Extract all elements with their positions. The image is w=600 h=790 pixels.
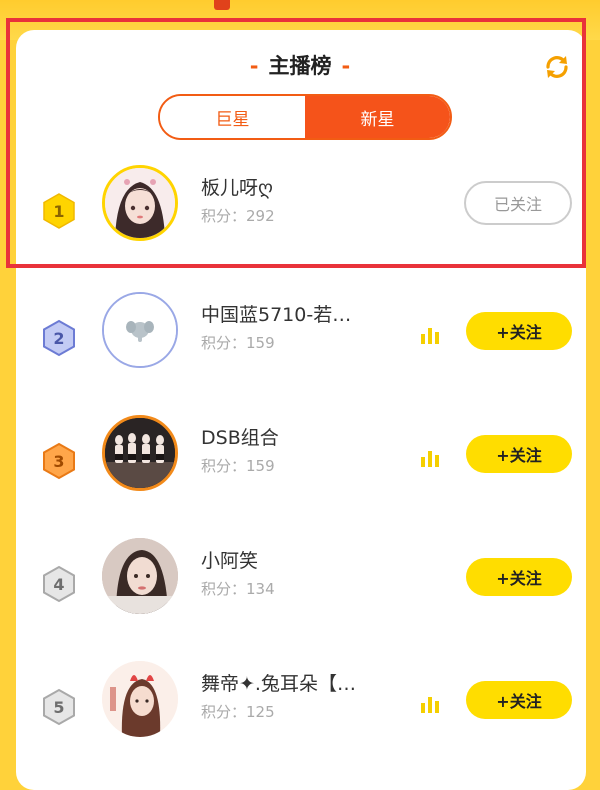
avatar[interactable] <box>102 292 178 368</box>
anchor-score: 积分：134 <box>201 580 275 598</box>
rank-badge-icon: 1 <box>43 193 75 229</box>
rank-badge-icon: 3 <box>43 442 75 480</box>
avatar-image <box>104 294 176 366</box>
title-dash-left: - <box>249 54 259 78</box>
avatar[interactable] <box>102 538 178 614</box>
avatar[interactable] <box>102 415 178 491</box>
anchor-name: 中国蓝5710-若… <box>201 304 352 326</box>
top-decoration <box>214 0 230 10</box>
anchor-name: DSB组合 <box>201 427 279 449</box>
signal-bars-icon <box>421 328 439 344</box>
anchor-name: 舞帝✦.兔耳朵【… <box>201 673 356 695</box>
list-item[interactable]: 3 DSB组合 积分：159 +关注 <box>40 415 580 505</box>
anchor-name: 小阿笑 <box>201 550 259 572</box>
followed-button[interactable]: 已关注 <box>464 181 572 225</box>
list-item[interactable]: 4 小阿笑 积分：134 +关注 <box>40 538 580 628</box>
avatar-image <box>102 538 178 614</box>
svg-text:1: 1 <box>53 202 64 221</box>
avatar[interactable] <box>102 661 178 737</box>
tab-new-star[interactable]: 新星 <box>305 96 450 138</box>
avatar-image <box>105 418 175 488</box>
svg-text:3: 3 <box>53 452 64 471</box>
anchor-score: 积分：159 <box>201 334 275 352</box>
signal-bars-icon <box>421 697 439 713</box>
svg-text:2: 2 <box>53 329 64 348</box>
rank-badge-icon: 2 <box>43 319 75 357</box>
follow-button[interactable]: +关注 <box>466 558 572 596</box>
avatar-image <box>105 168 175 238</box>
rank-badge-icon: 5 <box>43 688 75 726</box>
rank-badge-icon: 4 <box>43 565 75 603</box>
follow-button[interactable]: +关注 <box>466 681 572 719</box>
refresh-icon[interactable] <box>542 52 572 82</box>
signal-bars-icon <box>421 451 439 467</box>
svg-text:5: 5 <box>53 698 64 717</box>
follow-button[interactable]: +关注 <box>466 435 572 473</box>
list-item[interactable]: 2 中国蓝5710-若… 积分：159 +关注 <box>40 292 580 382</box>
list-item[interactable]: 1 板儿呀ღ 积分：292 已关注 <box>40 165 580 255</box>
anchor-name: 板儿呀ღ <box>201 177 273 199</box>
anchor-score: 积分：125 <box>201 703 275 721</box>
svg-text:4: 4 <box>53 575 64 594</box>
title-dash-right: - <box>341 54 351 78</box>
page-title: - 主播榜 - <box>0 50 600 82</box>
anchor-score: 积分：292 <box>201 207 275 225</box>
list-item[interactable]: 5 舞帝✦.兔耳朵【… 积分：125 +关注 <box>40 661 580 751</box>
tab-superstar[interactable]: 巨星 <box>160 96 305 138</box>
avatar-image <box>102 661 178 737</box>
follow-button[interactable]: +关注 <box>466 312 572 350</box>
anchor-score: 积分：159 <box>201 457 275 475</box>
avatar[interactable] <box>102 165 178 241</box>
rank-type-toggle: 巨星 新星 <box>158 94 452 140</box>
title-text: 主播榜 <box>268 54 332 78</box>
